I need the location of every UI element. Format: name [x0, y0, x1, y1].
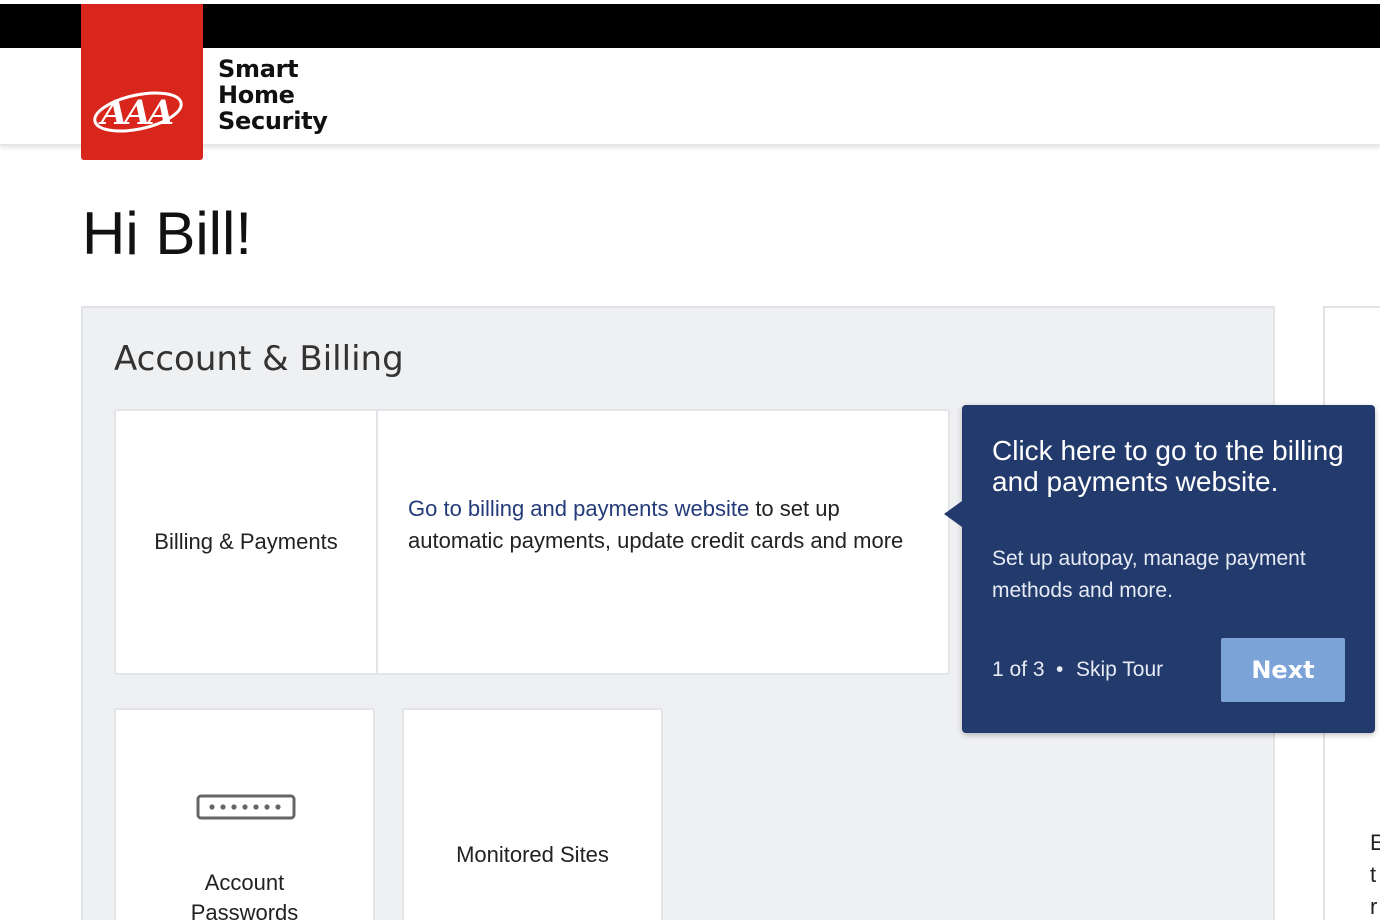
greeting-heading: Hi Bill!	[82, 200, 253, 267]
billing-payments-card[interactable]: Billing & Payments Go to billing and pay…	[114, 409, 950, 675]
aaa-logo[interactable]: AAA	[81, 4, 203, 160]
account-passwords-label-2: Passwords	[190, 900, 299, 920]
billing-website-link[interactable]: Go to billing and payments website	[408, 496, 749, 521]
tour-step-counter: 1 of 3	[992, 658, 1045, 681]
brand-line-home: Home	[218, 81, 295, 109]
step-separator: •	[1056, 658, 1064, 681]
account-billing-title: Account & Billing	[114, 339, 404, 379]
monitored-sites-label: Monitored Sites	[456, 842, 609, 867]
right-panel-text-1: E	[1370, 830, 1380, 855]
password-field-icon	[196, 794, 296, 820]
aaa-logo-text: AAA	[98, 93, 173, 133]
top-black-bar	[0, 4, 1380, 48]
brand-line-smart: Smart	[218, 55, 299, 83]
billing-description: Go to billing and payments website to se…	[408, 493, 908, 557]
account-passwords-label-1: Account	[204, 870, 285, 895]
tooltip-body: Set up autopay, manage payment methods a…	[992, 547, 1306, 602]
tour-tooltip: Click here to go to the billing and paym…	[944, 405, 1375, 733]
billing-payments-label[interactable]: Billing & Payments	[116, 411, 378, 673]
skip-tour-link[interactable]: Skip Tour	[1076, 655, 1163, 685]
brand-line-security: Security	[218, 107, 328, 135]
brand-name: Smart Home Security	[218, 56, 328, 134]
right-panel-text-2: t	[1370, 862, 1377, 887]
site-header	[0, 48, 1380, 145]
aaa-logo-icon: AAA	[93, 91, 183, 133]
monitored-sites-tile[interactable]: Monitored Sites	[402, 708, 663, 920]
next-button[interactable]: Next	[1221, 638, 1345, 702]
tooltip-arrow	[944, 501, 962, 527]
tooltip-title: Click here to go to the billing and paym…	[992, 435, 1344, 497]
right-panel-text-3: r	[1370, 894, 1378, 919]
account-passwords-tile[interactable]: Account Passwords	[114, 708, 375, 920]
